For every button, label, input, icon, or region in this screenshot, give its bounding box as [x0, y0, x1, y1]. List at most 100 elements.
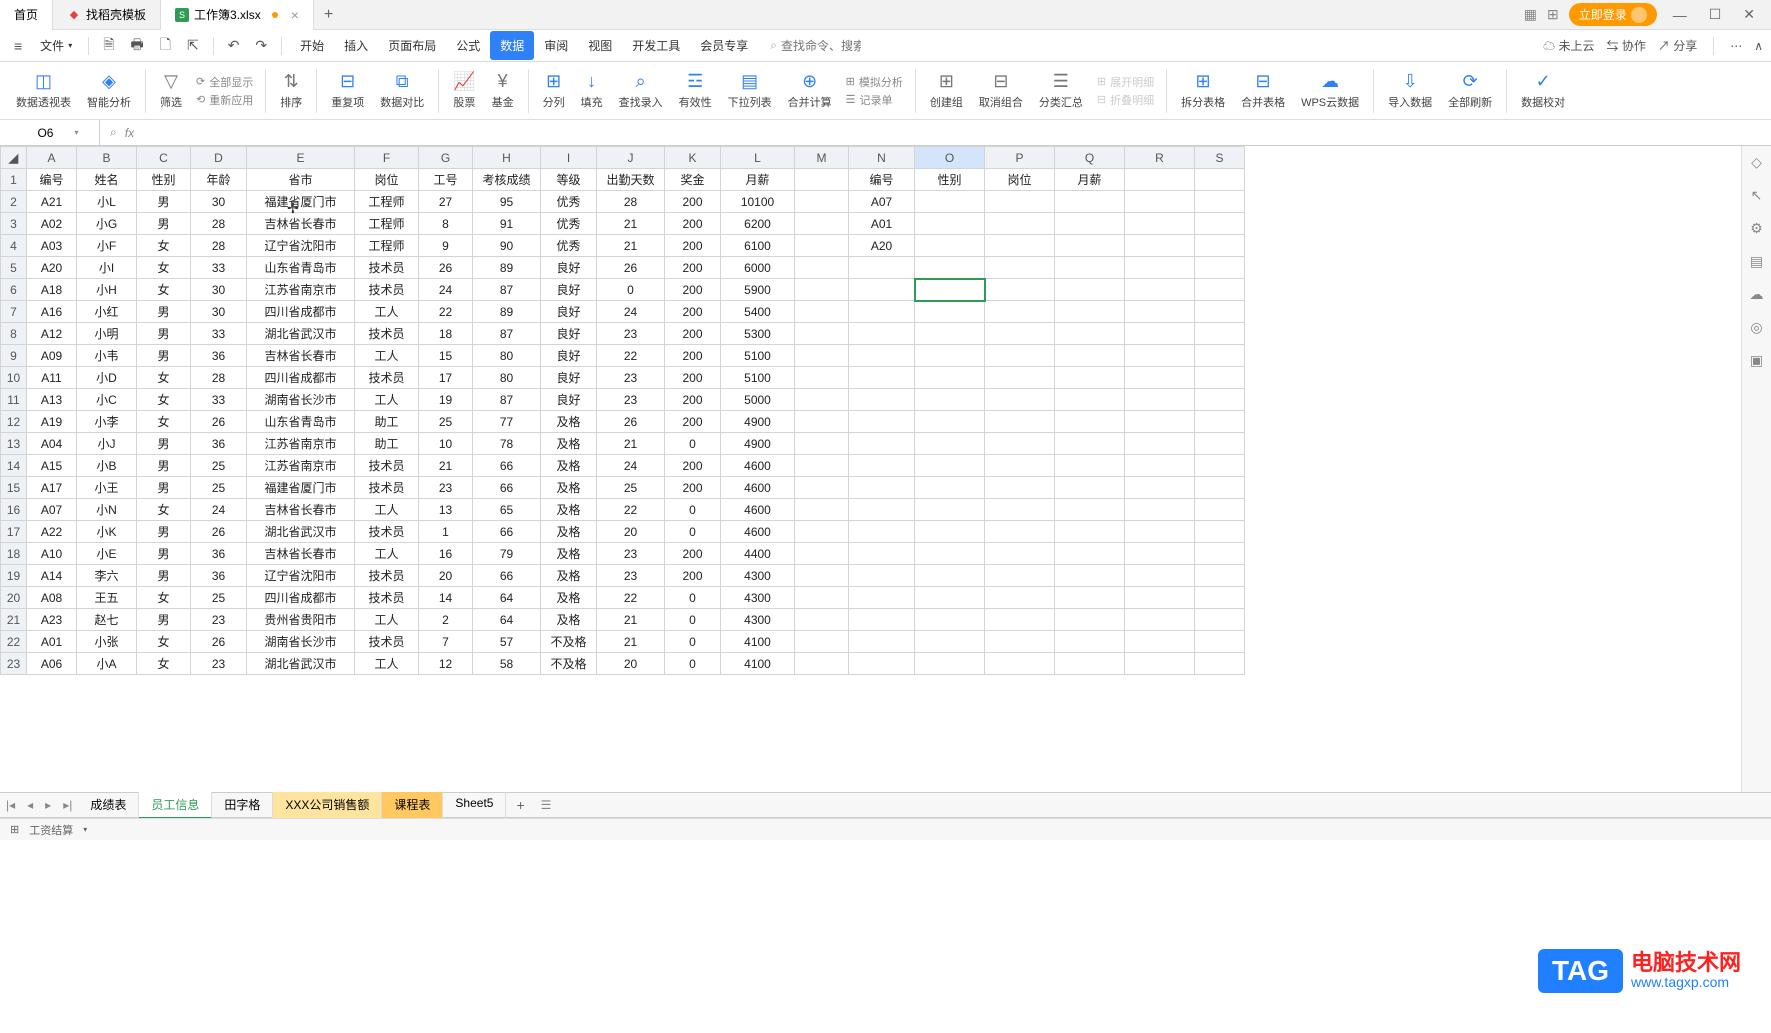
cell[interactable]: 男: [137, 323, 191, 345]
cell[interactable]: 24: [597, 301, 665, 323]
cell[interactable]: 10: [419, 433, 473, 455]
cell[interactable]: 及格: [541, 609, 597, 631]
cell[interactable]: 14: [419, 587, 473, 609]
cell[interactable]: 月薪: [721, 169, 795, 191]
cell[interactable]: 0: [665, 499, 721, 521]
cell[interactable]: [1055, 587, 1125, 609]
cell[interactable]: 22: [597, 499, 665, 521]
cell[interactable]: 性别: [137, 169, 191, 191]
cell[interactable]: 辽宁省沈阳市: [247, 235, 355, 257]
cell[interactable]: 女: [137, 279, 191, 301]
cell[interactable]: [915, 455, 985, 477]
cell[interactable]: 21: [597, 235, 665, 257]
grid-icon[interactable]: ▦: [1524, 6, 1537, 23]
cell[interactable]: 李六: [77, 565, 137, 587]
row-head-11[interactable]: 11: [1, 389, 27, 411]
cell[interactable]: A12: [27, 323, 77, 345]
cell[interactable]: 技术员: [355, 477, 419, 499]
minimize-button[interactable]: —: [1667, 7, 1693, 23]
cell[interactable]: [915, 235, 985, 257]
cell[interactable]: 80: [473, 367, 541, 389]
cell[interactable]: 省市: [247, 169, 355, 191]
cell[interactable]: [1125, 389, 1195, 411]
cell[interactable]: 1: [419, 521, 473, 543]
cell[interactable]: [1195, 169, 1245, 191]
cell[interactable]: A01: [849, 213, 915, 235]
cell[interactable]: 及格: [541, 565, 597, 587]
cell[interactable]: [985, 653, 1055, 675]
cell[interactable]: 36: [191, 345, 247, 367]
reapply-button[interactable]: ⟲ 重新应用: [196, 92, 253, 108]
menu-页面布局[interactable]: 页面布局: [378, 31, 446, 60]
close-button[interactable]: ✕: [1737, 6, 1761, 23]
cell[interactable]: [1055, 213, 1125, 235]
cell[interactable]: 20: [597, 521, 665, 543]
cell[interactable]: A10: [27, 543, 77, 565]
collapse-ribbon-icon[interactable]: ∧: [1754, 39, 1763, 53]
cell[interactable]: A06: [27, 653, 77, 675]
cell[interactable]: [985, 433, 1055, 455]
cell[interactable]: [985, 587, 1055, 609]
col-head-S[interactable]: S: [1195, 147, 1245, 169]
col-head-G[interactable]: G: [419, 147, 473, 169]
cell[interactable]: [915, 521, 985, 543]
maximize-button[interactable]: ☐: [1703, 6, 1728, 23]
cell[interactable]: 女: [137, 631, 191, 653]
cell[interactable]: [795, 191, 849, 213]
cell[interactable]: [1195, 455, 1245, 477]
cell[interactable]: 辽宁省沈阳市: [247, 565, 355, 587]
row-head-17[interactable]: 17: [1, 521, 27, 543]
cell[interactable]: 2: [419, 609, 473, 631]
dropdown-button[interactable]: ▤下拉列表: [720, 69, 780, 112]
cell[interactable]: 吉林省长春市: [247, 499, 355, 521]
cell[interactable]: [849, 411, 915, 433]
cell[interactable]: [1125, 587, 1195, 609]
cell[interactable]: 0: [597, 279, 665, 301]
cell[interactable]: 良好: [541, 323, 597, 345]
cell[interactable]: [1195, 323, 1245, 345]
cell[interactable]: 赵七: [77, 609, 137, 631]
cell[interactable]: [915, 543, 985, 565]
stock-button[interactable]: 📈股票: [445, 69, 483, 112]
col-head-E[interactable]: E: [247, 147, 355, 169]
cell[interactable]: [849, 631, 915, 653]
cell[interactable]: [849, 301, 915, 323]
cancel-formula-icon[interactable]: ⌕: [110, 125, 117, 140]
cell[interactable]: [1125, 235, 1195, 257]
cell[interactable]: [795, 345, 849, 367]
cell[interactable]: 女: [137, 257, 191, 279]
cell[interactable]: [849, 609, 915, 631]
col-head-C[interactable]: C: [137, 147, 191, 169]
cell[interactable]: [849, 653, 915, 675]
cell[interactable]: [1195, 279, 1245, 301]
cell[interactable]: 小K: [77, 521, 137, 543]
wps-cloud-button[interactable]: ☁WPS云数据: [1293, 69, 1367, 112]
cell[interactable]: [1195, 345, 1245, 367]
cell[interactable]: 小韦: [77, 345, 137, 367]
cell[interactable]: [1195, 499, 1245, 521]
cell[interactable]: 工人: [355, 609, 419, 631]
cell[interactable]: 及格: [541, 521, 597, 543]
row-head-23[interactable]: 23: [1, 653, 27, 675]
cell[interactable]: A11: [27, 367, 77, 389]
cell[interactable]: 200: [665, 455, 721, 477]
cell[interactable]: 江苏省南京市: [247, 279, 355, 301]
cell[interactable]: 20: [419, 565, 473, 587]
col-head-H[interactable]: H: [473, 147, 541, 169]
cell[interactable]: A16: [27, 301, 77, 323]
cell[interactable]: [1125, 367, 1195, 389]
cell[interactable]: 技术员: [355, 367, 419, 389]
row-head-19[interactable]: 19: [1, 565, 27, 587]
menu-数据[interactable]: 数据: [490, 31, 534, 60]
cell[interactable]: [1195, 213, 1245, 235]
cell[interactable]: A13: [27, 389, 77, 411]
cell[interactable]: 25: [191, 477, 247, 499]
cell[interactable]: A21: [27, 191, 77, 213]
cell[interactable]: [1055, 191, 1125, 213]
refresh-all-button[interactable]: ⟳全部刷新: [1440, 69, 1500, 112]
cell[interactable]: 90: [473, 235, 541, 257]
col-head-F[interactable]: F: [355, 147, 419, 169]
cell[interactable]: 23: [597, 565, 665, 587]
cell[interactable]: [1055, 609, 1125, 631]
cell[interactable]: [849, 477, 915, 499]
